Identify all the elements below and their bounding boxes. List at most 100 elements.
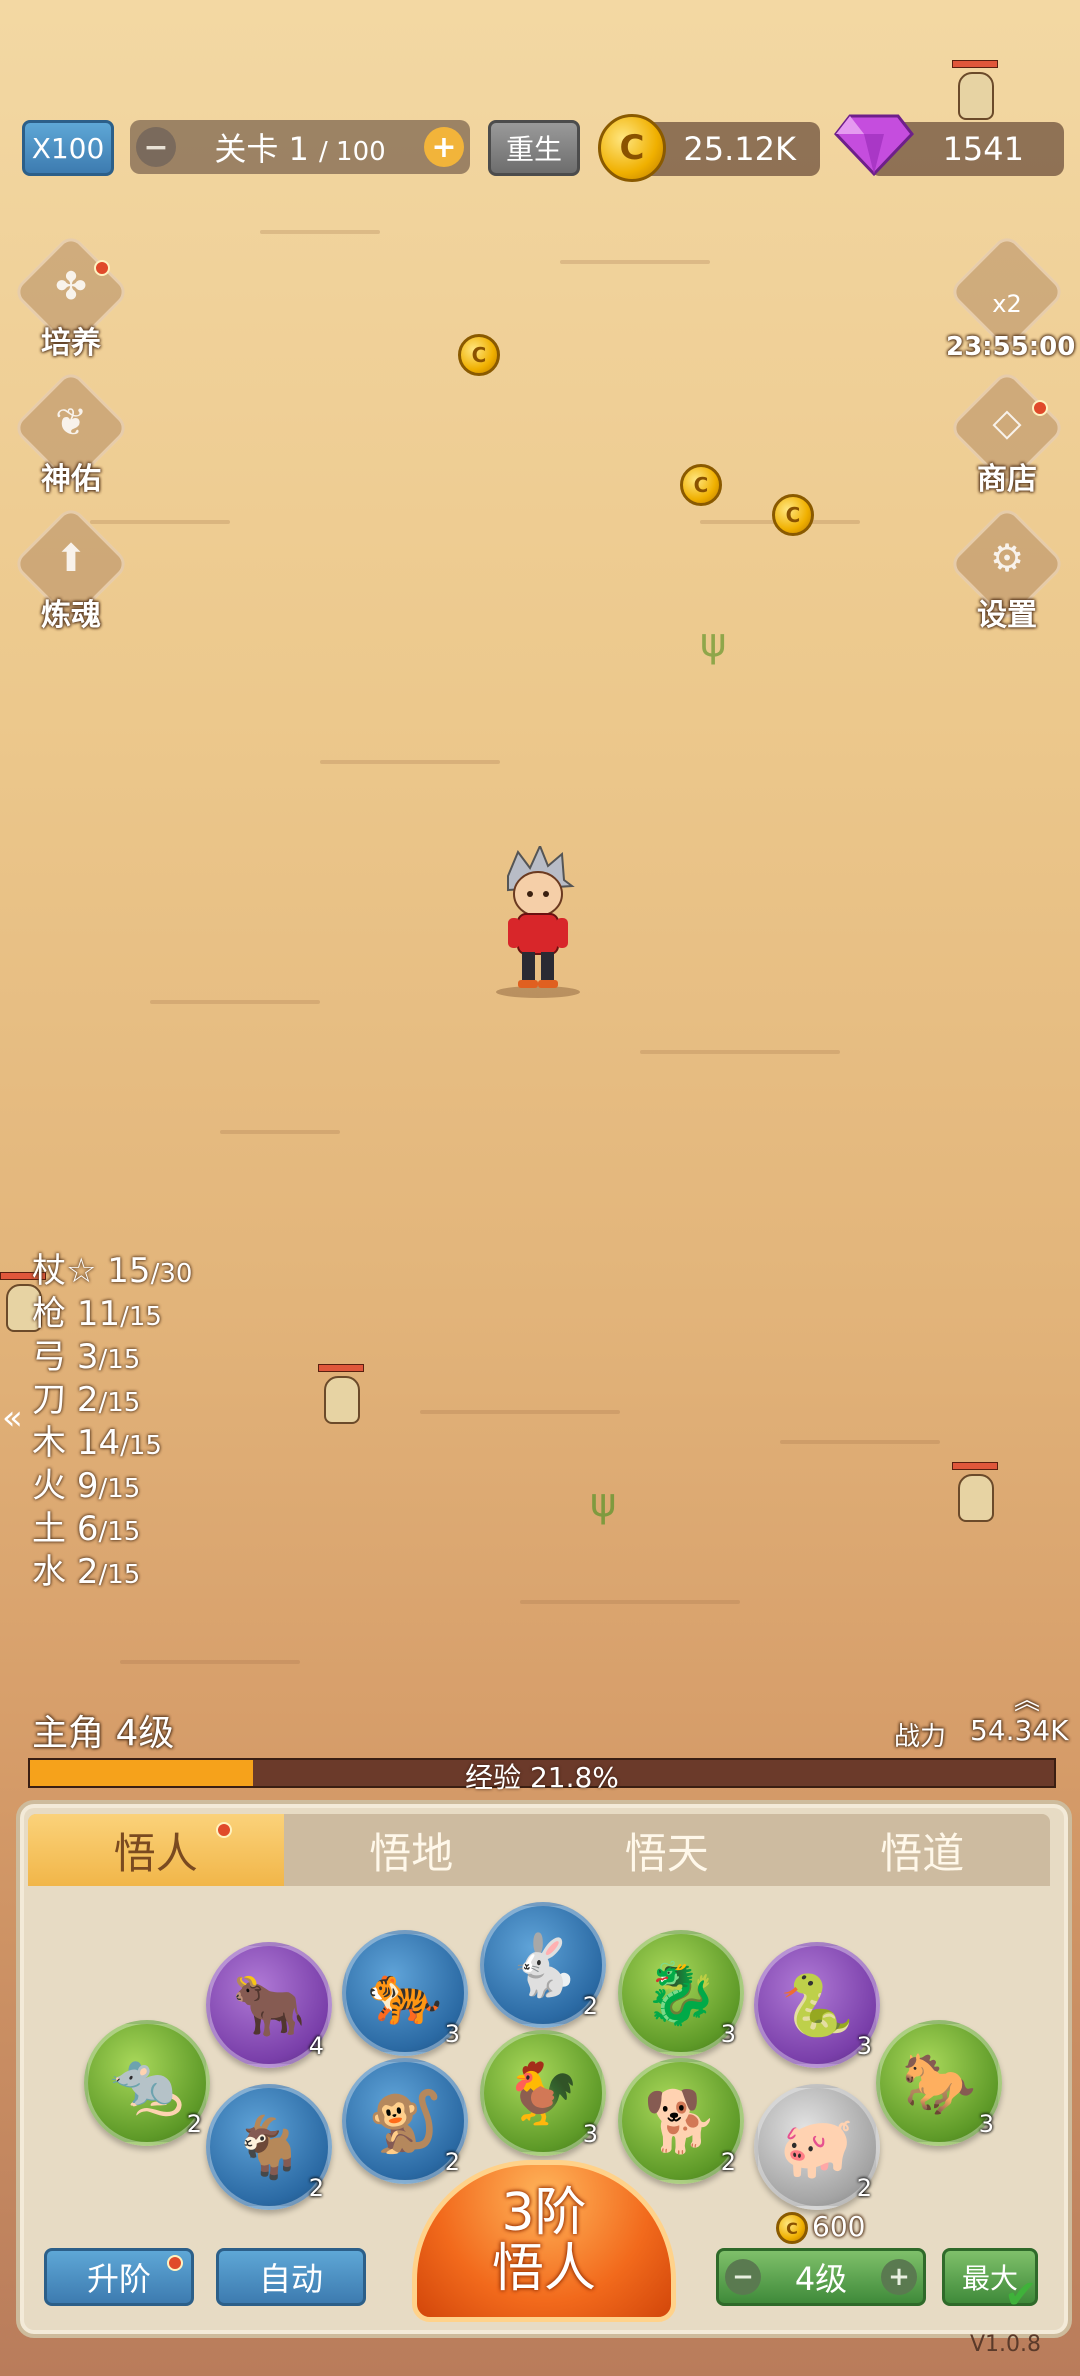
expand-icon[interactable]: ︽ xyxy=(1014,1680,1040,1717)
zodiac-monkey-orb[interactable]: 🐒 2 xyxy=(342,2058,468,2184)
level-step-minus[interactable]: − xyxy=(725,2259,761,2295)
snake-icon: 🐍 xyxy=(779,1970,855,2041)
power-value: 54.34K xyxy=(970,1714,1069,1747)
speed-button[interactable]: X100 xyxy=(22,120,114,176)
notification-dot xyxy=(216,1822,232,1838)
speed-label: X100 xyxy=(31,131,105,165)
zodiac-goat-orb[interactable]: 🐐 2 xyxy=(206,2084,332,2210)
gold-value: 25.12K xyxy=(683,130,796,168)
stats-list: 杖☆ 15/30 枪 11/15 弓 3/15 刀 2/15 木 14/15 火… xyxy=(32,1250,192,1594)
level-current: 1 xyxy=(288,130,309,168)
upgrade-cost: 600 xyxy=(812,2210,866,2243)
refine-soul-button[interactable]: ⬆ 炼魂 xyxy=(11,504,131,642)
level-total: / 100 xyxy=(319,137,386,167)
notification-dot xyxy=(1032,400,1048,416)
rat-icon: 🐀 xyxy=(109,2048,185,2119)
horse-icon: 🐎 xyxy=(901,2048,977,2119)
stat-row: 水 2/15 xyxy=(32,1552,141,1592)
shop-label: 商店 xyxy=(977,462,1037,497)
grass-tuft-icon: ψ xyxy=(590,1480,617,1526)
zodiac-snake-orb[interactable]: 🐍 3 xyxy=(754,1942,880,2068)
dog-icon: 🐕 xyxy=(643,2086,719,2157)
level-selector: − 关卡 1 / 100 + xyxy=(130,120,470,174)
exp-text: 经验 21.8% xyxy=(465,1761,619,1794)
monkey-icon: 🐒 xyxy=(367,2086,443,2157)
level-plus-button[interactable]: + xyxy=(424,127,464,167)
stat-row: 枪 11/15 xyxy=(32,1294,162,1334)
level-stepper: − 4级 + xyxy=(716,2248,926,2306)
zodiac-rat-orb[interactable]: 🐀 2 xyxy=(84,2020,210,2146)
stat-row: 杖☆ 15/30 xyxy=(32,1251,193,1291)
pig-icon: 🐖 xyxy=(779,2112,855,2183)
checkmark-icon: ✔ xyxy=(1004,2272,1038,2318)
boost-timer: 23:55:00 xyxy=(946,332,1076,362)
tab-wuren[interactable]: 悟人 xyxy=(28,1814,284,1886)
hero-level: 主角 4级 xyxy=(32,1713,175,1754)
auto-label: 自动 xyxy=(258,2260,323,2298)
rebirth-label: 重生 xyxy=(505,133,562,166)
cultivate-button[interactable]: ✤ 培养 xyxy=(11,232,131,370)
level-step-plus[interactable]: + xyxy=(881,2259,917,2295)
wings-icon: ❦ xyxy=(55,400,87,444)
enemy-monster xyxy=(952,1462,998,1522)
shop-button[interactable]: ◇ 商店 xyxy=(947,368,1067,506)
zodiac-ox-orb[interactable]: 🐂 4 xyxy=(206,1942,332,2068)
blessing-button[interactable]: ❦ 神佑 xyxy=(11,368,131,506)
enemy-monster xyxy=(952,60,998,120)
tab-wutian[interactable]: 悟天 xyxy=(539,1814,795,1886)
zodiac-horse-orb[interactable]: 🐎 3 xyxy=(876,2020,1002,2146)
ox-icon: 🐂 xyxy=(231,1970,307,2041)
version-label: V1.0.8 xyxy=(970,2332,1042,2357)
zodiac-dragon-orb[interactable]: 🐉 3 xyxy=(618,1930,744,2056)
power-label: 战力 xyxy=(894,1722,947,1752)
double-boost-button[interactable]: x2 23:55:00 xyxy=(946,232,1075,370)
level-minus-button[interactable]: − xyxy=(136,127,176,167)
dropped-coin-icon[interactable]: C xyxy=(680,464,722,506)
cultivate-label: 培养 xyxy=(41,326,101,361)
collapse-stats-arrow[interactable]: « xyxy=(2,1398,23,1438)
notification-dot xyxy=(167,2255,183,2271)
level-select-value: 4级 xyxy=(794,2260,848,2298)
dropped-coin-icon[interactable]: C xyxy=(772,494,814,536)
zodiac-dog-orb[interactable]: 🐕 2 xyxy=(618,2058,744,2184)
goat-icon: 🐐 xyxy=(231,2112,307,2183)
settings-button[interactable]: ⚙ 设置 xyxy=(947,504,1067,642)
ascend-label: 升阶 xyxy=(86,2260,151,2298)
zodiac-tiger-orb[interactable]: 🐅 3 xyxy=(342,1930,468,2056)
tab-wudao[interactable]: 悟道 xyxy=(795,1814,1051,1886)
tab-bar: 悟人 悟地 悟天 悟道 xyxy=(28,1814,1050,1886)
settings-label: 设置 xyxy=(977,598,1037,633)
dropped-coin-icon[interactable]: C xyxy=(458,334,500,376)
stat-row: 土 6/15 xyxy=(32,1509,141,1549)
stage-line-2: 悟人 xyxy=(491,2239,596,2299)
zodiac-rooster-orb[interactable]: 🐓 3 xyxy=(480,2030,606,2156)
blessing-label: 神佑 xyxy=(41,462,101,497)
dragon-icon: 🐉 xyxy=(643,1958,719,2029)
rooster-icon: 🐓 xyxy=(505,2058,581,2129)
grass-tuft-icon: ψ xyxy=(700,620,727,666)
boost-label: x2 xyxy=(992,290,1022,318)
gem-value: 1541 xyxy=(942,130,1024,168)
upgrade-arrow-icon: ⬆ xyxy=(55,536,87,580)
enemy-monster xyxy=(318,1364,364,1424)
stat-row: 火 9/15 xyxy=(32,1466,141,1506)
tab-wudi[interactable]: 悟地 xyxy=(284,1814,540,1886)
gem-icon xyxy=(834,114,914,177)
notification-dot xyxy=(94,260,110,276)
stage-line-1: 3阶 xyxy=(501,2183,587,2243)
cost-coin-icon: C xyxy=(776,2212,808,2244)
zodiac-pig-orb[interactable]: 🐖 2 xyxy=(754,2084,880,2210)
hero-character xyxy=(496,846,580,998)
gold-coin-icon: C xyxy=(598,114,666,182)
stat-row: 木 14/15 xyxy=(32,1423,162,1463)
tiger-icon: 🐅 xyxy=(367,1958,443,2029)
level-label: 关卡 xyxy=(214,130,279,168)
ascend-button[interactable]: 升阶 xyxy=(44,2248,194,2306)
rebirth-button[interactable]: 重生 xyxy=(488,120,580,176)
exp-bar: 经验 21.8% xyxy=(28,1758,1056,1794)
zodiac-rabbit-orb[interactable]: 🐇 2 xyxy=(480,1902,606,2028)
gear-icon: ⚙ xyxy=(989,536,1025,580)
stat-row: 弓 3/15 xyxy=(32,1337,141,1377)
auto-button[interactable]: 自动 xyxy=(216,2248,366,2306)
refine-soul-label: 炼魂 xyxy=(41,598,101,633)
